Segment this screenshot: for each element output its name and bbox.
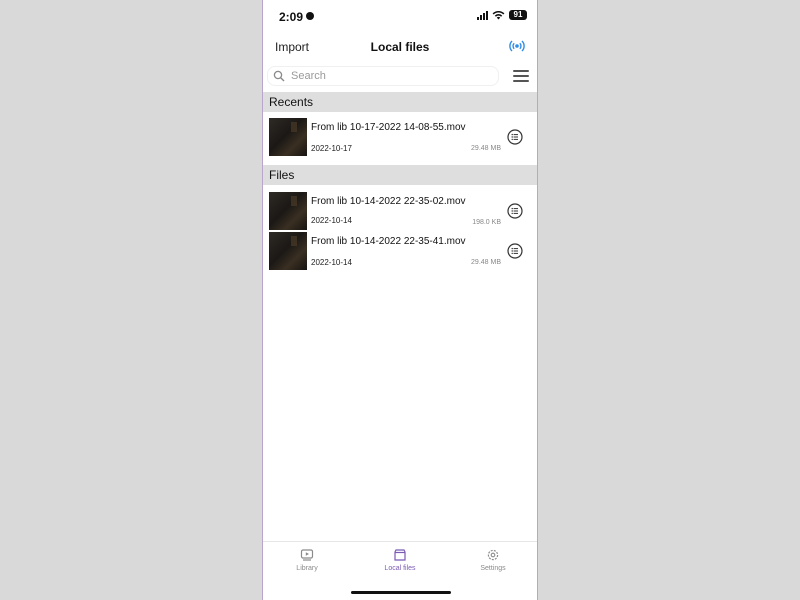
file-row[interactable]: From lib 10-14-2022 22-35-02.mov 2022-10…: [263, 190, 537, 232]
file-name: From lib 10-17-2022 14-08-55.mov: [311, 122, 466, 133]
page-title: Local files: [370, 40, 430, 54]
tab-library-label: Library: [296, 565, 318, 572]
section-header-files: Files: [263, 165, 537, 185]
home-indicator: [351, 591, 451, 594]
section-header-recents: Recents: [263, 92, 537, 112]
location-icon: [306, 12, 314, 20]
file-name: From lib 10-14-2022 22-35-02.mov: [311, 196, 466, 207]
status-bar: 2:09 91: [263, 0, 537, 32]
file-date: 2022-10-14: [311, 258, 352, 267]
tab-local-files-label: Local files: [384, 565, 416, 572]
tab-bar: Library Local files Settings: [263, 541, 537, 600]
search-input[interactable]: Search: [267, 66, 499, 86]
library-icon: [300, 549, 314, 561]
file-row[interactable]: From lib 10-14-2022 22-35-41.mov 2022-10…: [263, 230, 537, 272]
search-placeholder: Search: [291, 70, 326, 82]
file-size: 198.0 KB: [472, 219, 501, 226]
gear-icon: [487, 549, 499, 561]
tab-settings-label: Settings: [480, 565, 506, 572]
video-thumbnail: [269, 232, 307, 270]
phone-screen: 2:09 91 Import Local files Search Recent…: [262, 0, 538, 600]
file-size: 29.48 MB: [471, 145, 501, 152]
row-options-icon[interactable]: [507, 203, 523, 219]
file-name: From lib 10-14-2022 22-35-41.mov: [311, 236, 466, 247]
folder-icon: [394, 549, 406, 561]
search-icon: [273, 70, 285, 82]
file-date: 2022-10-14: [311, 216, 352, 225]
wifi-icon: [492, 10, 505, 20]
navigation-bar: Import Local files: [263, 34, 537, 60]
tab-library[interactable]: Library: [267, 546, 347, 576]
status-indicators: 91: [477, 10, 527, 20]
video-thumbnail: [269, 192, 307, 230]
video-thumbnail: [269, 118, 307, 156]
cellular-signal-icon: [477, 10, 488, 20]
row-options-icon[interactable]: [507, 129, 523, 145]
file-date: 2022-10-17: [311, 144, 352, 153]
file-size: 29.48 MB: [471, 259, 501, 266]
row-options-icon[interactable]: [507, 243, 523, 259]
tab-local-files[interactable]: Local files: [360, 546, 440, 576]
battery-indicator: 91: [509, 10, 527, 20]
tab-settings[interactable]: Settings: [453, 546, 533, 576]
recent-file-row[interactable]: From lib 10-17-2022 14-08-55.mov 2022-10…: [263, 116, 537, 158]
list-menu-icon[interactable]: [513, 70, 529, 82]
status-time: 2:09: [279, 10, 304, 24]
cast-icon[interactable]: [509, 38, 525, 54]
search-row: Search: [263, 64, 537, 88]
